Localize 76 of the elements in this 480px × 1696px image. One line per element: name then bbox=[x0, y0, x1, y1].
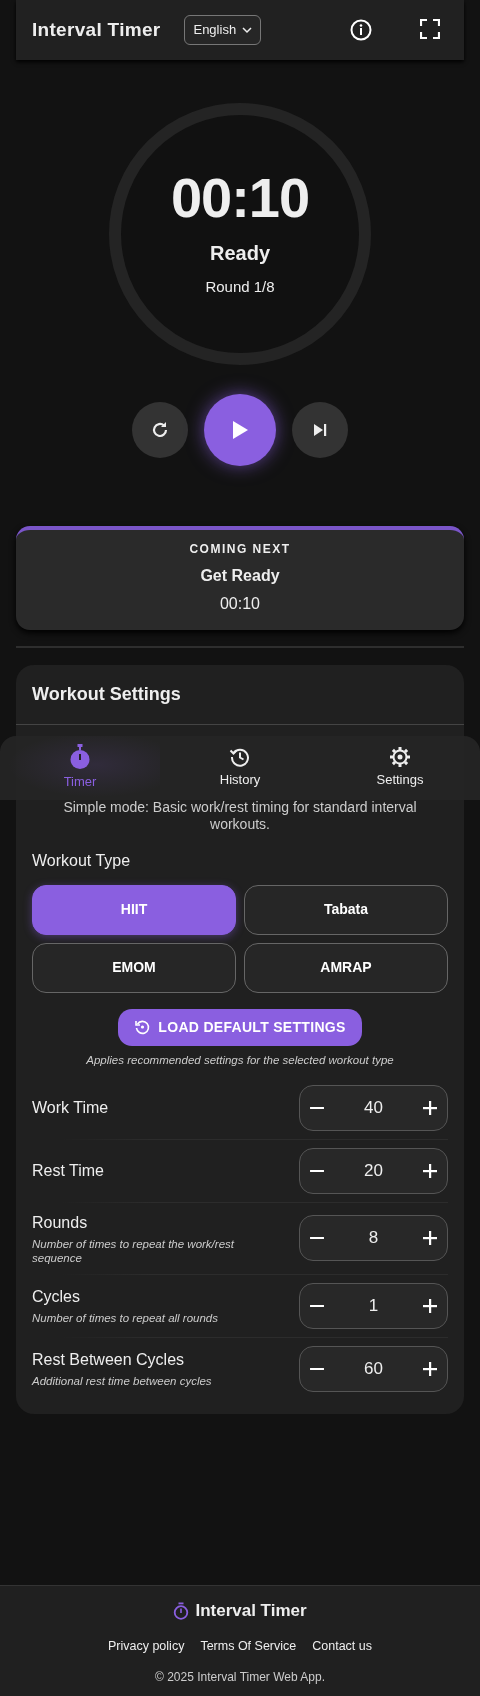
phase-label: Ready bbox=[210, 240, 270, 266]
nav-tab[interactable]: Settings bbox=[320, 736, 480, 800]
increment-button[interactable] bbox=[423, 1231, 437, 1246]
stepper-value: 1 bbox=[368, 1294, 379, 1317]
stopwatch-icon bbox=[69, 744, 91, 771]
number-stepper[interactable]: 20 bbox=[299, 1147, 448, 1194]
increment-button[interactable] bbox=[423, 1298, 437, 1313]
workout-type-button[interactable]: EMOM bbox=[32, 942, 236, 993]
language-select[interactable]: English bbox=[184, 15, 262, 45]
next-heading: COMING NEXT bbox=[188, 541, 292, 558]
minus-icon bbox=[310, 1367, 324, 1370]
stepper-value: 20 bbox=[364, 1160, 383, 1183]
play-icon bbox=[231, 420, 249, 440]
minus-icon bbox=[310, 1106, 324, 1109]
setting-label: Cycles bbox=[32, 1287, 81, 1308]
countdown-time: 00:10 bbox=[170, 169, 310, 226]
decrement-button[interactable] bbox=[310, 1304, 324, 1307]
footer-link[interactable]: Terms Of Service bbox=[200, 1636, 297, 1656]
setting-label: Rounds bbox=[32, 1212, 89, 1233]
load-defaults-button[interactable]: LOAD DEFAULT SETTINGS bbox=[118, 1008, 362, 1046]
decrement-button[interactable] bbox=[310, 1367, 324, 1370]
setting-hint: Additional rest time between cycles bbox=[32, 1374, 212, 1389]
copyright-text: © 2025 Interval Timer Web App. bbox=[153, 1668, 326, 1686]
reset-icon bbox=[150, 420, 170, 440]
increment-button[interactable] bbox=[423, 1361, 437, 1376]
number-stepper[interactable]: 40 bbox=[299, 1084, 448, 1131]
setting-label: Rest Time bbox=[32, 1160, 104, 1181]
nav-tab[interactable]: History bbox=[160, 736, 320, 800]
stepper-value: 60 bbox=[364, 1357, 383, 1380]
increment-button[interactable] bbox=[423, 1163, 437, 1178]
info-button[interactable] bbox=[350, 19, 372, 41]
reset-icon bbox=[134, 1019, 151, 1036]
workout-type-button[interactable]: Tabata bbox=[244, 884, 448, 935]
setting-label: Work Time bbox=[32, 1097, 109, 1118]
setting-label: Rest Between Cycles bbox=[32, 1350, 186, 1371]
setting-hint: Number of times to repeat all rounds bbox=[32, 1311, 218, 1326]
decrement-button[interactable] bbox=[310, 1106, 324, 1109]
number-stepper[interactable]: 8 bbox=[299, 1215, 448, 1262]
plus-icon bbox=[423, 1298, 437, 1313]
plus-icon bbox=[423, 1163, 437, 1178]
play-button[interactable] bbox=[204, 394, 276, 466]
stepper-value: 8 bbox=[368, 1227, 379, 1250]
plus-icon bbox=[423, 1231, 437, 1246]
minus-icon bbox=[310, 1304, 324, 1307]
footer-link[interactable]: Privacy policy bbox=[107, 1636, 185, 1656]
footer-brand: Interval Timer bbox=[195, 1600, 307, 1622]
setting-hint: Number of times to repeat the work/rest sequence bbox=[32, 1236, 236, 1266]
skip-icon bbox=[312, 422, 328, 438]
plus-icon bbox=[423, 1361, 437, 1376]
settings-title: Workout Settings bbox=[16, 665, 464, 725]
plus-icon bbox=[423, 1100, 437, 1115]
next-interval-name: Get Ready bbox=[199, 566, 281, 586]
app-title: Interval Timer bbox=[32, 17, 161, 42]
load-defaults-note: Applies recommended settings for the selected workout type bbox=[85, 1052, 395, 1068]
increment-button[interactable] bbox=[423, 1100, 437, 1115]
decrement-button[interactable] bbox=[310, 1237, 324, 1240]
stopwatch-icon bbox=[173, 1601, 190, 1620]
skip-button[interactable] bbox=[292, 402, 348, 458]
number-stepper[interactable]: 60 bbox=[299, 1345, 448, 1392]
next-interval-time: 00:10 bbox=[218, 594, 261, 614]
chevron-down-icon bbox=[242, 26, 253, 34]
workout-type-button[interactable]: AMRAP bbox=[244, 942, 448, 993]
footer-link[interactable]: Contact us bbox=[312, 1636, 372, 1656]
number-stepper[interactable]: 1 bbox=[299, 1282, 448, 1329]
history-icon bbox=[229, 746, 251, 769]
stepper-value: 40 bbox=[364, 1097, 383, 1120]
settings-icon bbox=[389, 746, 411, 769]
workout-type-label: Workout Type bbox=[31, 850, 132, 871]
round-counter: Round 1/8 bbox=[205, 276, 275, 297]
fullscreen-button[interactable] bbox=[420, 19, 440, 41]
workout-type-button[interactable]: HIIT bbox=[32, 884, 236, 935]
decrement-button[interactable] bbox=[310, 1169, 324, 1172]
mode-description: Simple mode: Basic work/rest timing for standard interval workouts. bbox=[62, 799, 418, 833]
minus-icon bbox=[310, 1169, 324, 1172]
minus-icon bbox=[310, 1237, 324, 1240]
reset-button[interactable] bbox=[132, 402, 188, 458]
